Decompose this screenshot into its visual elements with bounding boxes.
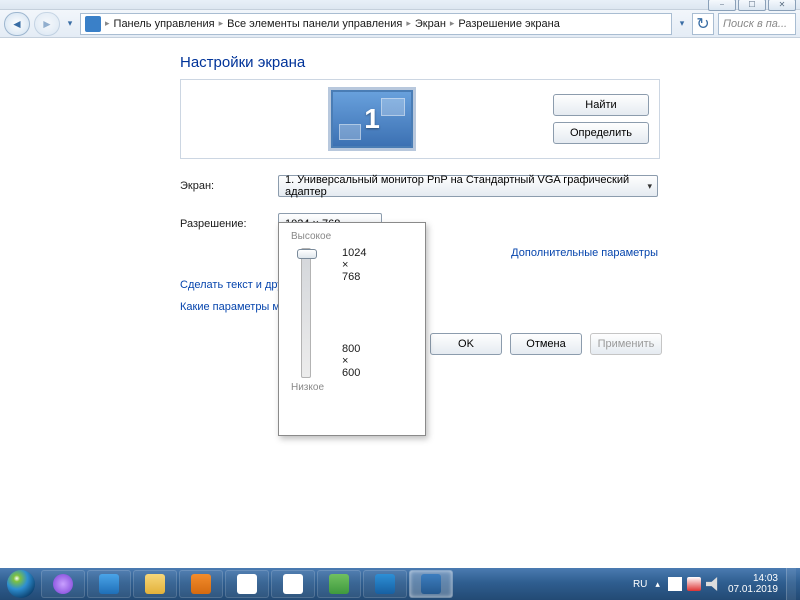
explorer-icon [145, 574, 165, 594]
start-button[interactable] [2, 568, 40, 600]
res-low-label: Низкое [291, 382, 413, 393]
media-icon [191, 574, 211, 594]
display-combo[interactable]: 1. Универсальный монитор PnP на Стандарт… [278, 175, 658, 197]
address-bar[interactable]: ▸ Панель управления ▸ Все элементы панел… [80, 13, 672, 35]
tray-date: 07.01.2019 [728, 584, 778, 595]
taskbar-media[interactable] [179, 570, 223, 598]
crumb-2[interactable]: Экран [415, 18, 446, 30]
resolution-popup[interactable]: Высокое 1024 × 768 800 × 600 Низкое [278, 222, 426, 436]
slider-thumb[interactable] [297, 249, 317, 259]
show-desktop[interactable] [786, 568, 796, 600]
green-app-icon [329, 574, 349, 594]
monitor-number: 1 [364, 103, 380, 135]
tray-time: 14:03 [728, 573, 778, 584]
crumb-1[interactable]: Все элементы панели управления [227, 18, 402, 30]
taskbar-yandex-browser[interactable] [271, 570, 315, 598]
tray-chevron-icon[interactable]: ▴ [655, 579, 660, 590]
nav-forward: ► [34, 12, 60, 36]
apply-button: Применить [590, 333, 662, 355]
address-chevron[interactable]: ▾ [676, 12, 688, 36]
nav-history-chevron[interactable]: ▾ [64, 12, 76, 36]
ie-icon [99, 574, 119, 594]
monitor-thumbnail[interactable]: 1 [331, 90, 413, 148]
page-title: Настройки экрана [180, 54, 730, 71]
find-button[interactable]: Найти [553, 94, 649, 116]
voice-icon [53, 574, 73, 594]
taskbar-voice[interactable] [41, 570, 85, 598]
cancel-button[interactable]: Отмена [510, 333, 582, 355]
tray-action-center-icon[interactable] [687, 577, 701, 591]
window-minimize[interactable]: ⎯ [708, 0, 736, 11]
search-input[interactable]: Поиск в па... [718, 13, 796, 35]
monitor-deco-icon [339, 124, 361, 140]
yandex-y-icon [237, 574, 257, 594]
yandex-browser-icon [283, 574, 303, 594]
tray-lang[interactable]: RU [633, 579, 647, 590]
resolution-slider[interactable]: 1024 × 768 800 × 600 [301, 248, 311, 378]
tray-clock[interactable]: 14:03 07.01.2019 [728, 573, 778, 595]
tray-volume-icon[interactable] [706, 577, 720, 591]
taskbar-notes[interactable] [363, 570, 407, 598]
tray-flag-icon[interactable] [668, 577, 682, 591]
monitor-preview-frame: 1 Найти Определить [180, 79, 660, 159]
resolution-label: Разрешение: [180, 218, 278, 230]
taskbar-ie[interactable] [87, 570, 131, 598]
control-panel-icon [421, 574, 441, 594]
cp-icon [85, 16, 101, 32]
res-option-high[interactable]: 1024 × 768 [342, 247, 366, 283]
advanced-params-link[interactable]: Дополнительные параметры [511, 247, 658, 259]
taskbar-green-app[interactable] [317, 570, 361, 598]
which-params-link[interactable]: Какие параметры мон [180, 301, 292, 313]
taskbar: RU ▴ 14:03 07.01.2019 [0, 568, 800, 600]
taskbar-yandex-y[interactable] [225, 570, 269, 598]
res-high-label: Высокое [291, 231, 413, 242]
taskbar-control-panel[interactable] [409, 570, 453, 598]
detect-button[interactable]: Определить [553, 122, 649, 144]
refresh-button[interactable]: ↻ [692, 13, 714, 35]
display-label: Экран: [180, 180, 278, 192]
window-close[interactable]: ✕ [768, 0, 796, 11]
crumb-3[interactable]: Разрешение экрана [458, 18, 559, 30]
monitor-deco-icon [381, 98, 405, 116]
notes-icon [375, 574, 395, 594]
ok-button[interactable]: OK [430, 333, 502, 355]
taskbar-explorer[interactable] [133, 570, 177, 598]
res-option-low[interactable]: 800 × 600 [342, 343, 360, 379]
nav-back[interactable]: ◄ [4, 12, 30, 36]
window-maximize[interactable]: ☐ [738, 0, 766, 11]
crumb-0[interactable]: Панель управления [114, 18, 215, 30]
start-orb-icon [7, 570, 35, 598]
